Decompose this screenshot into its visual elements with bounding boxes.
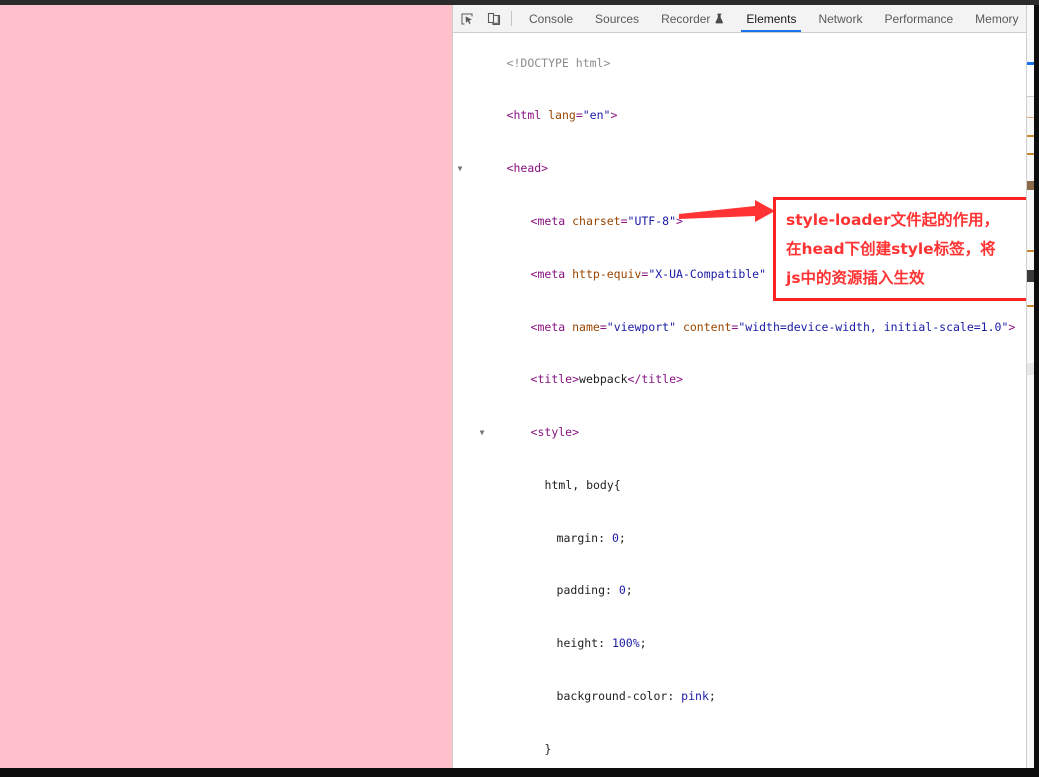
tab-performance[interactable]: Performance xyxy=(873,5,964,32)
sliver-row-6 xyxy=(1027,270,1034,282)
devtools-panel: Console Sources Recorder Elements Networ… xyxy=(452,5,1026,768)
tab-network[interactable]: Network xyxy=(807,5,873,32)
semi2: ; xyxy=(625,583,633,598)
tab-elements-label: Elements xyxy=(746,11,797,26)
meta-viewport-attr2: content xyxy=(682,319,732,334)
sliver-row-7 xyxy=(1027,305,1034,307)
title-tag: title xyxy=(537,372,573,387)
tab-memory[interactable]: Memory xyxy=(964,5,1026,32)
tab-memory-label: Memory xyxy=(975,11,1019,26)
html-lang-eq: = xyxy=(575,108,583,123)
sp5 xyxy=(676,320,683,334)
p5: </ xyxy=(627,372,642,387)
annotation-line-3: js中的资源插入生效 xyxy=(786,269,925,287)
devtools-toolbar: Console Sources Recorder Elements Networ… xyxy=(453,5,1026,33)
css-background-value: pink xyxy=(681,688,709,703)
tab-console-label: Console xyxy=(529,11,574,26)
semi1: ; xyxy=(618,530,626,545)
annotation-box: style-loader文件起的作用， 在head下创建style标签，将 js… xyxy=(773,197,1031,301)
css-selector-text: html, body{ xyxy=(544,477,621,492)
css-close-brace: } xyxy=(544,741,552,756)
gt5: > xyxy=(676,372,683,387)
css-margin-prop: margin: xyxy=(556,530,612,545)
sliver-panel xyxy=(1027,65,1034,97)
dom-line-css-height: height: 100%; xyxy=(453,618,1026,671)
dom-line-doctype[interactable]: <!DOCTYPE html> xyxy=(453,37,1026,90)
doctype-text: <!DOCTYPE html> xyxy=(506,55,611,70)
annotation-line-2: 在head下创建style标签，将 xyxy=(786,240,996,258)
toolbar-divider xyxy=(511,11,512,26)
meta-compat-attr1: http-equiv xyxy=(572,266,642,281)
html-lang-value: "en" xyxy=(582,108,611,123)
head-expand-triangle[interactable]: ▼ xyxy=(455,160,465,178)
sliver-row-8 xyxy=(1027,363,1034,375)
css-background-prop: background-color: xyxy=(556,688,682,703)
dom-line-head-open[interactable]: ▼ <head> xyxy=(453,143,1026,196)
semi3: ; xyxy=(639,636,647,651)
html-open-gt: > xyxy=(610,108,618,123)
css-margin-value: 0 xyxy=(611,530,619,545)
dom-line-css-background: background-color: pink; xyxy=(453,670,1026,723)
flask-icon xyxy=(715,13,724,24)
style-open-tag: style xyxy=(537,425,573,440)
dom-line-css-margin: margin: 0; xyxy=(453,512,1026,565)
css-padding-prop: padding: xyxy=(556,583,619,598)
dom-line-style-open[interactable]: ▼ <style> xyxy=(453,406,1026,459)
tab-recorder[interactable]: Recorder xyxy=(650,5,735,32)
device-toolbar-icon[interactable] xyxy=(480,5,507,32)
sliver-row-3 xyxy=(1027,153,1034,155)
annotation-arrow xyxy=(679,200,775,222)
devtools-tab-bar: Console Sources Recorder Elements Networ… xyxy=(518,5,1026,32)
head-open-tag: <head> xyxy=(506,161,549,176)
dom-line-html-open[interactable]: <html lang="en"> xyxy=(453,90,1026,143)
dom-line-css-close-brace: } xyxy=(453,723,1026,767)
meta-charset-tag: meta xyxy=(537,213,566,228)
sp3 xyxy=(766,267,773,281)
sliver-row-4 xyxy=(1027,181,1034,190)
gt6: > xyxy=(572,425,580,440)
right-edge-sliver[interactable] xyxy=(1026,5,1034,768)
tab-network-label: Network xyxy=(818,11,863,26)
meta-compat-value1: "X-UA-Compatible" xyxy=(648,266,767,281)
tab-performance-label: Performance xyxy=(884,11,954,26)
style-expand-triangle[interactable]: ▼ xyxy=(477,424,487,442)
meta-charset-value: "UTF-8" xyxy=(627,213,676,228)
css-height-prop: height: xyxy=(556,636,612,651)
page-viewport[interactable] xyxy=(0,5,452,768)
annotation-line-1: style-loader文件起的作用， xyxy=(786,211,1000,229)
gt4: > xyxy=(572,372,580,387)
html-lang-attr: lang xyxy=(541,108,576,123)
meta-compat-tag: meta xyxy=(537,266,566,281)
dom-line-meta-viewport[interactable]: <meta name="viewport" content="width=dev… xyxy=(453,301,1026,354)
semi4: ; xyxy=(708,688,716,703)
tab-console[interactable]: Console xyxy=(518,5,584,32)
title-text: webpack xyxy=(579,372,628,387)
html-tag-name: html xyxy=(513,108,542,123)
dom-line-css-padding: padding: 0; xyxy=(453,565,1026,618)
sliver-row-1 xyxy=(1027,117,1034,118)
meta-viewport-value1: "viewport" xyxy=(606,319,677,334)
dom-line-css-selector: html, body{ xyxy=(453,459,1026,512)
meta-viewport-attr1: name xyxy=(572,319,600,334)
tab-sources[interactable]: Sources xyxy=(584,5,650,32)
meta-viewport-value2: "width=device-width, initial-scale=1.0" xyxy=(738,319,1009,334)
tab-elements[interactable]: Elements xyxy=(735,5,807,32)
css-height-value: 100% xyxy=(611,636,640,651)
meta-charset-attr: charset xyxy=(572,213,621,228)
sliver-row-5 xyxy=(1027,250,1034,252)
eq1: = xyxy=(620,213,628,228)
css-padding-value: 0 xyxy=(618,583,626,598)
title-close-tag: title xyxy=(641,372,676,387)
sliver-row-2 xyxy=(1027,135,1034,137)
dom-line-title[interactable]: <title>webpack</title> xyxy=(453,354,1026,407)
meta-viewport-tag: meta xyxy=(537,319,566,334)
eq4: = xyxy=(599,319,607,334)
inspect-element-icon[interactable] xyxy=(453,5,480,32)
tab-recorder-label: Recorder xyxy=(661,11,711,26)
gt3: > xyxy=(1008,319,1016,334)
tab-sources-label: Sources xyxy=(595,11,640,26)
dom-tree[interactable]: <!DOCTYPE html> <html lang="en"> ▼ <head>… xyxy=(453,33,1026,767)
